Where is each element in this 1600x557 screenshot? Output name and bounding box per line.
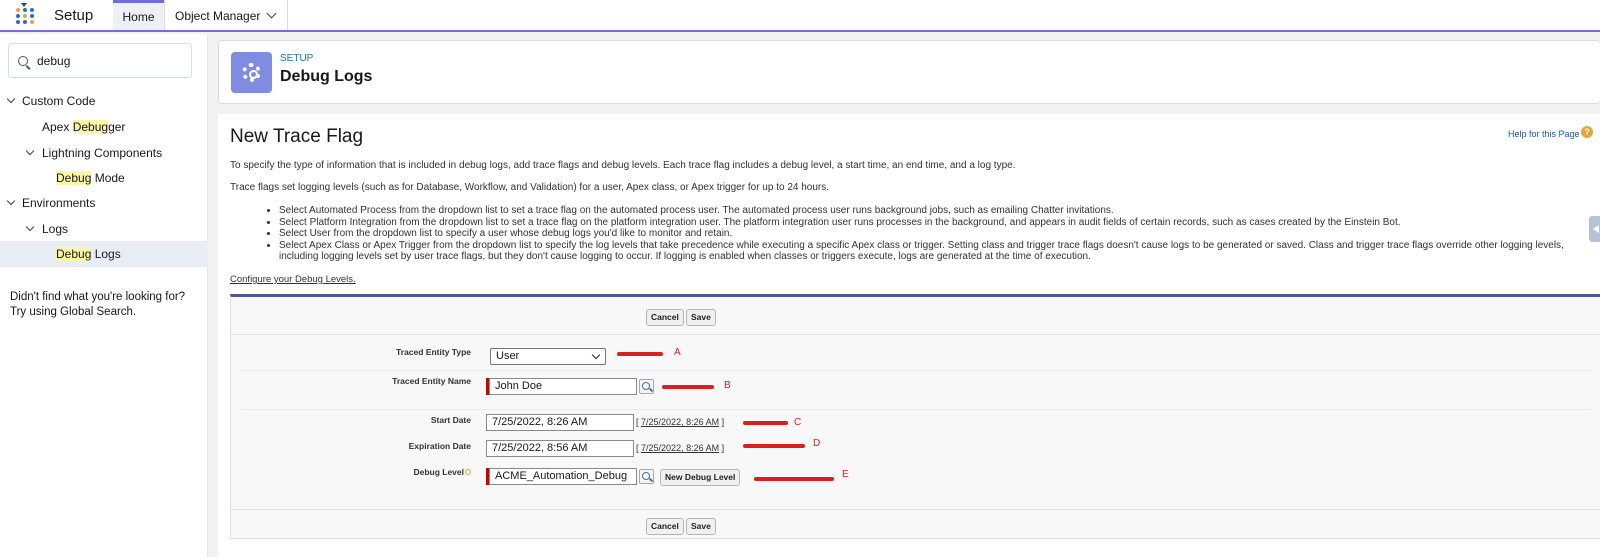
debug-level-label: Debug Level [231,467,471,477]
main-content: New Trace Flag Help for this Page ? To s… [218,114,1600,557]
annotation-letter-b: B [724,380,731,391]
annotation-letter-e: E [842,469,849,480]
sidebar-footer: Didn't find what you're looking for? Try… [10,290,200,320]
lookup-icon[interactable] [639,379,654,394]
chevron-down-icon[interactable] [25,222,35,232]
page-title: Debug Logs [280,68,373,85]
app-launcher-icon[interactable] [16,3,36,25]
tab-object-manager[interactable]: Object Manager [164,0,288,30]
traced-entity-name-label: Traced Entity Name [392,376,471,386]
traced-entity-type-value: User [496,350,520,362]
trace-flag-form: Cancel Save Traced Entity Type User A Tr… [230,294,1600,539]
debug-level-input[interactable]: ACME_Automation_Debug [489,468,637,485]
gear-icon [242,63,261,82]
search-icon [18,56,28,66]
intro-paragraph-1: To specify the type of information that … [230,160,1016,171]
configure-debug-levels-link[interactable]: Configure your Debug Levels. [230,274,356,285]
page-header: SETUP Debug Logs [218,40,1600,104]
list-item: Select Platform Integration from the dro… [279,217,1600,229]
sidebar-item-label: Logs [42,222,69,236]
help-icon[interactable]: ? [1581,126,1593,138]
expiration-date-today-link: [ 7/25/2022, 8:26 AM ] [636,443,725,453]
annotation-letter-c: C [794,417,802,428]
divider [231,334,1600,335]
sidebar-item-label: Lightning Components [42,146,163,160]
annotation-marker-c [743,421,788,425]
start-date-label: Start Date [430,415,471,425]
sidebar-item-debug-mode[interactable]: Debug Mode [0,165,208,191]
sidebar-item-lightning-components[interactable]: Lightning Components [0,140,208,166]
sidebar-item-label: Debug Mode [56,171,125,185]
divider [231,509,1600,510]
divider [241,409,1591,410]
section-title: New Trace Flag [230,126,364,147]
chevron-down-icon [591,350,601,360]
cancel-button[interactable]: Cancel [646,309,684,326]
global-header: Setup Home Object Manager [0,0,1600,32]
sidebar-item-debug-logs[interactable]: Debug Logs [0,241,208,267]
chevron-down-icon[interactable] [266,8,277,19]
tab-object-manager-label: Object Manager [175,9,261,23]
sidebar-item-label: Debug Logs [56,247,121,261]
tab-home[interactable]: Home [113,0,164,30]
lookup-icon[interactable] [639,469,654,484]
cancel-button-bottom[interactable]: Cancel [646,518,684,535]
sidebar-item-custom-code[interactable]: Custom Code [0,88,208,114]
chevron-down-icon[interactable] [6,94,16,104]
intro-paragraph-2: Trace flags set logging levels (such as … [230,182,830,193]
divider [241,370,1591,371]
sidebar-item-label: Custom Code [22,94,96,108]
save-button-bottom[interactable]: Save [686,518,716,535]
quick-find-box[interactable] [8,43,192,78]
sidebar-item-logs[interactable]: Logs [0,216,208,242]
annotation-letter-a: A [674,347,681,358]
setup-sidebar: Custom Code Apex Debugger Lightning Comp… [0,34,208,557]
expiration-date-link[interactable]: 7/25/2022, 8:26 AM [641,443,719,453]
annotation-marker-d [743,444,805,448]
new-debug-level-button[interactable]: New Debug Level [660,469,741,486]
annotation-letter-d: D [813,438,821,449]
traced-entity-type-select[interactable]: User [490,348,606,365]
list-item: Select Apex Class or Apex Trigger from t… [279,240,1600,263]
save-button[interactable]: Save [686,309,716,326]
chevron-down-icon[interactable] [25,146,35,156]
setup-icon-tile [231,52,272,93]
list-item: Select User from the dropdown list to sp… [279,228,1600,240]
start-date-today-link: [ 7/25/2022, 8:26 AM ] [636,417,725,427]
instruction-list: Select Automated Process from the dropdo… [230,205,1600,263]
annotation-marker-e [754,477,834,481]
quick-find-input[interactable] [37,52,187,70]
sidebar-item-apex-debugger[interactable]: Apex Debugger [0,114,208,140]
annotation-marker-b [662,385,714,389]
list-item: Select Automated Process from the dropdo… [279,205,1600,217]
info-icon[interactable] [465,469,471,475]
start-date-input[interactable]: 7/25/2022, 8:26 AM [486,414,634,431]
sidebar-item-environments[interactable]: Environments [0,190,208,216]
breadcrumb[interactable]: SETUP [280,53,313,64]
start-date-link[interactable]: 7/25/2022, 8:26 AM [641,417,719,427]
annotation-marker-a [617,352,663,356]
sidebar-item-label: Apex Debugger [42,120,126,134]
traced-entity-name-input[interactable]: John Doe [489,378,637,395]
help-link[interactable]: Help for this Page [1508,129,1580,139]
sidebar-footer-text: Didn't find what you're looking for? [10,291,186,303]
app-name: Setup [54,7,94,24]
traced-entity-type-label: Traced Entity Type [396,347,471,357]
collapse-panel-handle[interactable] [1589,216,1600,242]
expiration-date-input[interactable]: 7/25/2022, 8:56 AM [486,440,634,457]
global-search-hint[interactable]: Try using Global Search. [10,305,200,320]
expiration-date-label: Expiration Date [408,441,471,451]
sidebar-item-label: Environments [22,196,96,210]
chevron-down-icon[interactable] [6,196,16,206]
